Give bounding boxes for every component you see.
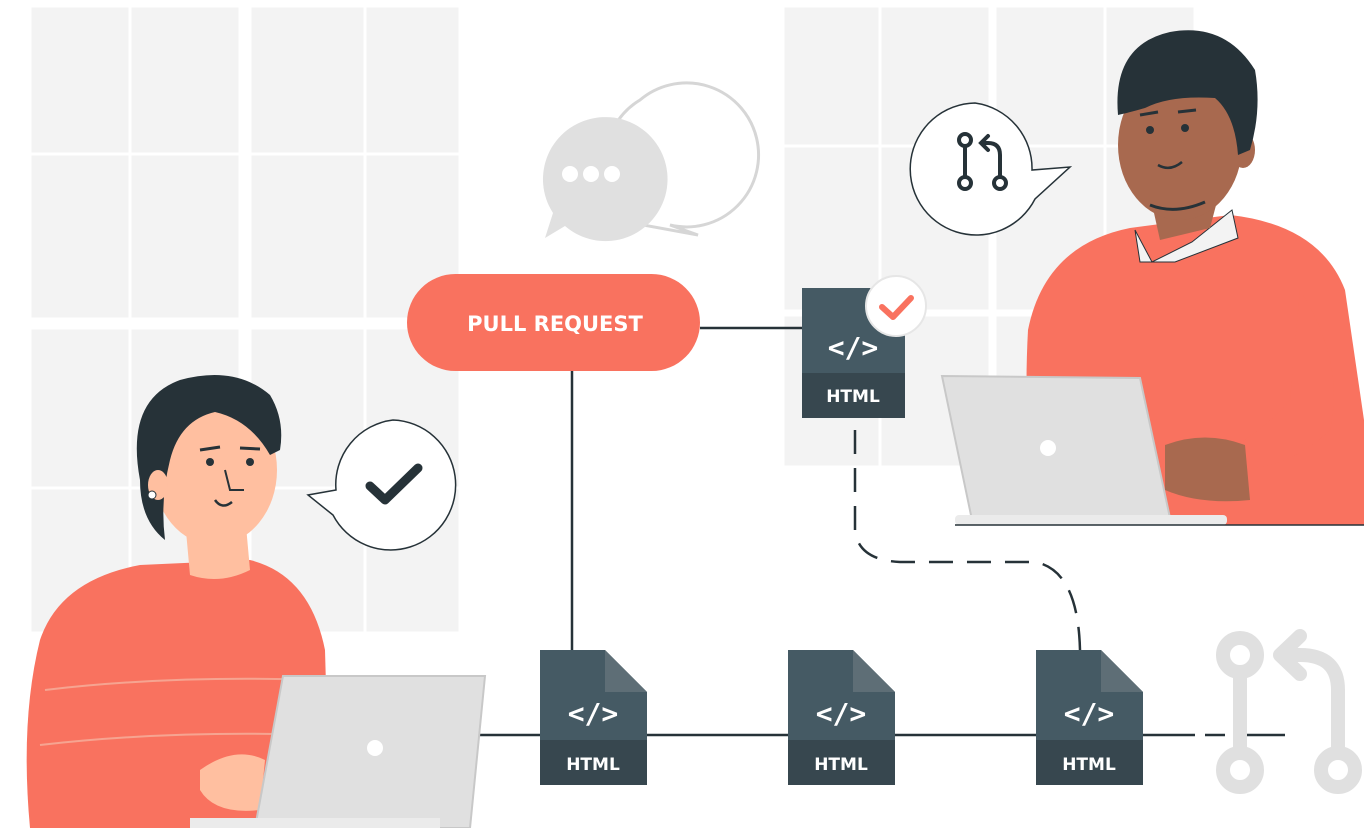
file-main-1-code: </> bbox=[568, 697, 619, 730]
illustration: PULL REQUEST </> HTML </> HTML </> HTML … bbox=[0, 0, 1364, 828]
illustration-canvas: PULL REQUEST </> HTML </> HTML </> HTML … bbox=[0, 0, 1364, 828]
file-main-1: </> HTML bbox=[540, 650, 647, 785]
chat-bubbles-icon bbox=[543, 83, 759, 241]
approved-check-badge-icon bbox=[866, 276, 926, 336]
pill-label: PULL REQUEST bbox=[467, 312, 643, 336]
file-main-2-type: HTML bbox=[814, 755, 868, 775]
file-main-2-code: </> bbox=[816, 697, 867, 730]
file-main-3: </> HTML bbox=[1036, 650, 1143, 785]
file-main-3-type: HTML bbox=[1062, 755, 1116, 775]
file-review-type: HTML bbox=[826, 387, 880, 407]
file-main-1-type: HTML bbox=[566, 755, 620, 775]
file-main-2: </> HTML bbox=[788, 650, 895, 785]
file-main-3-code: </> bbox=[1064, 697, 1115, 730]
git-pull-request-icon bbox=[1223, 636, 1355, 787]
pull-request-pill: PULL REQUEST bbox=[407, 274, 700, 371]
file-review-code: </> bbox=[828, 331, 879, 364]
